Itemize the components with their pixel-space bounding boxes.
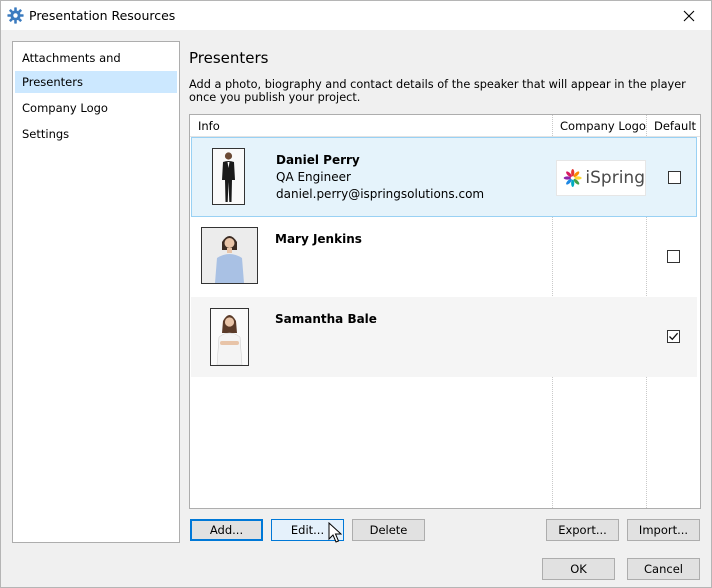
default-checkbox[interactable] [668, 171, 681, 184]
company-logo: iSpring [556, 160, 646, 196]
sidebar-item-label: Presenters [22, 75, 83, 89]
close-icon [683, 10, 695, 21]
delete-button[interactable]: Delete [352, 519, 425, 541]
window-title: Presentation Resources [29, 8, 176, 23]
default-checkbox[interactable] [667, 250, 680, 263]
woman-in-white-blouse-image [211, 309, 248, 365]
presenter-photo [212, 148, 245, 205]
table-row[interactable]: Mary Jenkins [191, 217, 697, 297]
ispring-logo-icon [563, 169, 582, 187]
export-button[interactable]: Export... [546, 519, 619, 541]
mouse-pointer-icon [328, 522, 342, 543]
close-button[interactable] [667, 1, 711, 30]
gear-icon [7, 7, 24, 24]
presenter-name: Daniel Perry [276, 153, 360, 167]
woman-in-blue-shirt-image [202, 228, 257, 283]
presenter-name: Samantha Bale [275, 312, 377, 326]
import-button[interactable]: Import... [627, 519, 700, 541]
presenter-role: QA Engineer [276, 170, 351, 184]
page-description: Add a photo, biography and contact detai… [189, 78, 686, 104]
sidebar: Attachments and Hyperlinks Presenters Co… [12, 41, 180, 543]
title-bar: Presentation Resources [1, 1, 711, 30]
sidebar-item-label: Settings [22, 127, 70, 141]
column-header-company-logo[interactable]: Company Logo [560, 119, 646, 133]
column-header-info[interactable]: Info [198, 119, 220, 133]
sidebar-item-attachments[interactable]: Attachments and Hyperlinks [15, 47, 177, 87]
table-row[interactable]: Samantha Bale [191, 297, 697, 377]
presenter-name: Mary Jenkins [275, 232, 362, 246]
company-logo-text: iSpring [585, 168, 645, 188]
ok-button[interactable]: OK [542, 558, 615, 580]
checkmark-icon [669, 332, 679, 341]
default-checkbox[interactable] [667, 330, 680, 343]
man-in-suit-image [213, 149, 244, 204]
add-button[interactable]: Add... [190, 519, 263, 541]
sidebar-item-settings[interactable]: Settings [15, 123, 177, 145]
sidebar-item-company-logo[interactable]: Company Logo [15, 97, 177, 119]
presenters-table: Info Company Logo Default Daniel Perry Q… [189, 114, 701, 509]
table-header: Info Company Logo Default [190, 115, 700, 137]
page-title: Presenters [189, 49, 269, 67]
column-header-default[interactable]: Default [654, 119, 696, 133]
presenter-photo [210, 308, 249, 366]
sidebar-item-label: Company Logo [22, 101, 108, 115]
sidebar-item-presenters[interactable]: Presenters [15, 71, 177, 93]
presentation-resources-dialog: Presentation Resources Attachments and H… [0, 0, 712, 588]
table-row[interactable]: Daniel Perry QA Engineer daniel.perry@is… [191, 137, 697, 217]
cancel-button[interactable]: Cancel [627, 558, 700, 580]
presenter-photo [201, 227, 258, 284]
presenter-email: daniel.perry@ispringsolutions.com [276, 187, 485, 201]
